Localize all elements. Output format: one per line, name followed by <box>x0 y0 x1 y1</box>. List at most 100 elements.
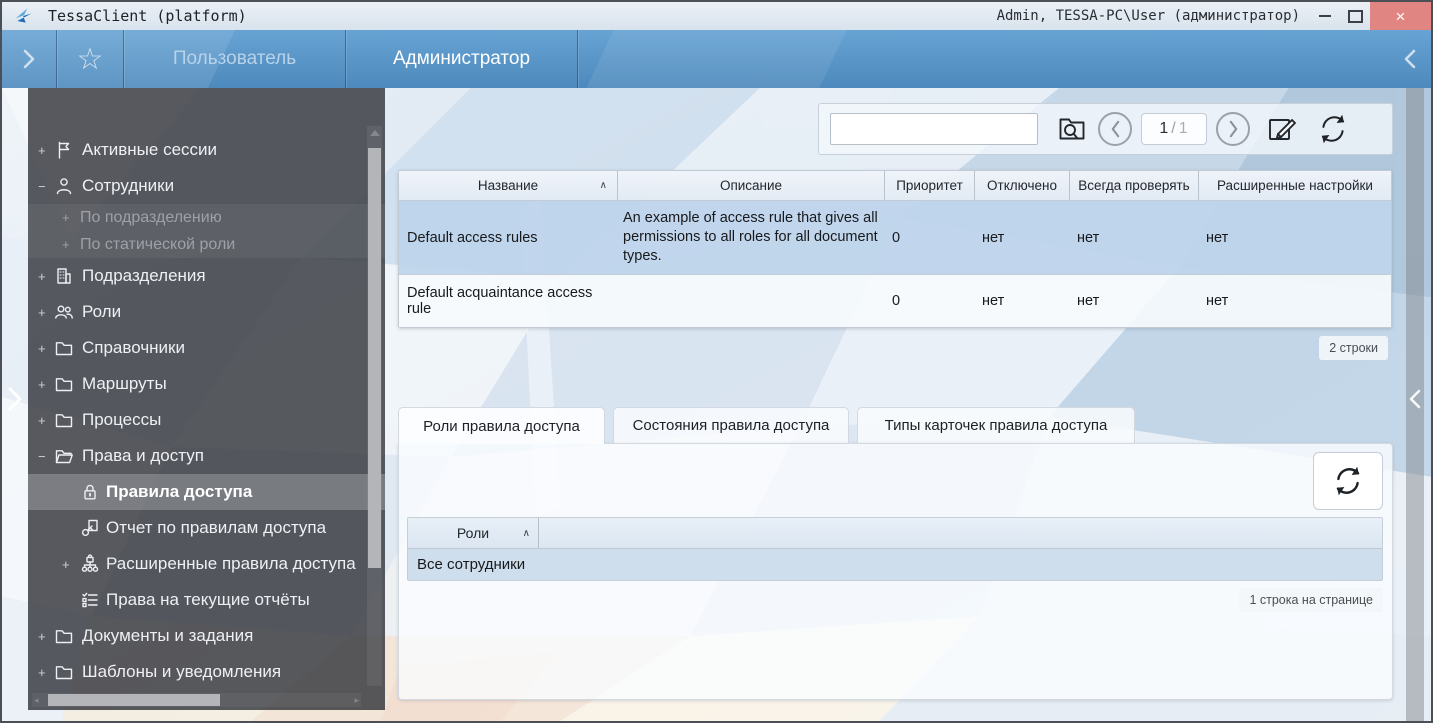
tree-item[interactable]: +Маршруты <box>28 366 385 402</box>
view-toolbar: 1 / 1 <box>818 103 1393 155</box>
tree-item-label: Права и доступ <box>82 446 204 466</box>
tree-item[interactable]: + Справочники <box>28 330 385 366</box>
folder-icon <box>54 410 74 430</box>
minimize-button[interactable] <box>1310 2 1340 30</box>
expander-toggle[interactable]: + <box>38 413 46 428</box>
ribbon-tab-administrator[interactable]: Администратор <box>346 30 577 88</box>
column-header-label: Расширенные настройки <box>1217 178 1373 193</box>
column-header[interactable]: Отключено <box>974 171 1069 200</box>
roles-column-header[interactable]: Роли ∧ <box>408 518 539 548</box>
tree-item[interactable]: Правила доступа <box>28 474 385 510</box>
expander-toggle[interactable]: + <box>62 210 70 225</box>
maximize-icon <box>1348 10 1363 23</box>
column-header[interactable]: Приоритет <box>884 171 974 200</box>
table-cell-name: Default access rules <box>399 201 617 274</box>
column-header[interactable]: Описание <box>617 171 884 200</box>
refresh-button[interactable] <box>1315 112 1351 146</box>
tree-item[interactable]: + Расширенные правила доступа <box>28 546 385 582</box>
column-header[interactable]: Всегда проверять <box>1069 171 1198 200</box>
tree-item[interactable]: + Подразделения <box>28 258 385 294</box>
tree-item[interactable]: +По статической роли <box>28 231 385 258</box>
vertical-scroll-thumb[interactable] <box>368 148 381 568</box>
tree-item[interactable]: +Роли <box>28 294 385 330</box>
page-indicator: 1 / 1 <box>1141 113 1207 145</box>
table-body: Default access rulesAn example of access… <box>399 200 1391 327</box>
detail-tab[interactable]: Типы карточек правила доступа <box>857 407 1135 443</box>
scroll-up-icon <box>370 130 380 136</box>
column-header[interactable]: Расширенные настройки <box>1198 171 1391 200</box>
tree-item-label: Подразделения <box>82 266 206 286</box>
expander-toggle[interactable]: − <box>38 449 46 464</box>
tree-item[interactable]: +Документы и задания <box>28 618 385 654</box>
expander-toggle[interactable]: + <box>38 629 46 644</box>
page-separator: / <box>1171 120 1176 138</box>
expander-toggle[interactable]: + <box>38 305 46 320</box>
detail-tab[interactable]: Состояния правила доступа <box>613 407 849 443</box>
chevron-right-icon <box>6 386 24 412</box>
sort-asc-icon: ∧ <box>523 528 530 539</box>
sidebar-expand-button[interactable] <box>6 386 24 417</box>
horizontal-scroll-thumb[interactable] <box>48 694 220 706</box>
title-bar: TessaClient (platform) Admin, TESSA-PC\U… <box>2 2 1431 31</box>
tree-item-label: По подразделению <box>80 209 222 227</box>
table-cell-disabled: нет <box>974 275 1069 327</box>
expander-toggle[interactable]: − <box>38 179 46 194</box>
tree-item[interactable]: + Процессы <box>28 402 385 438</box>
access-rules-table: Название∧ Описание ПриоритетОтключено Всегд… <box>398 170 1392 328</box>
tree-item[interactable]: + По подразделению <box>28 204 385 231</box>
ribbon-tab-user[interactable]: Пользователь <box>124 30 345 88</box>
folder-icon <box>54 662 74 682</box>
column-header-label: Всегда проверять <box>1078 178 1189 193</box>
sidebar-vertical-scrollbar[interactable] <box>367 126 382 686</box>
flag-icon <box>54 140 74 160</box>
tree-item-label: Справочники <box>82 338 185 358</box>
search-in-folder-button[interactable] <box>1055 113 1089 145</box>
tree-item[interactable]: Права на текущие отчёты <box>28 582 385 618</box>
roles-table: Роли ∧ Все сотрудники <box>407 517 1383 581</box>
tree-item-label: Расширенные правила доступа <box>106 554 356 574</box>
tree-item[interactable]: +Шаблоны и уведомления <box>28 654 385 690</box>
table-cell-extended: нет <box>1198 275 1391 327</box>
expander-toggle[interactable]: + <box>62 557 70 572</box>
tree-item-label: Правила доступа <box>106 482 252 502</box>
column-header[interactable]: Название∧ <box>399 171 617 200</box>
next-page-button[interactable] <box>1216 112 1250 146</box>
table-row[interactable]: Default acquaintance access rule0нетнетн… <box>399 274 1391 327</box>
table-row[interactable]: Default access rulesAn example of access… <box>399 200 1391 274</box>
search-input[interactable] <box>830 113 1038 145</box>
column-header-label: Название <box>478 178 538 193</box>
folder-icon <box>54 626 74 646</box>
ribbon-collapse-right-button[interactable] <box>1389 30 1431 88</box>
maximize-button[interactable] <box>1340 2 1370 30</box>
tree-item[interactable]: −Сотрудники <box>28 168 385 204</box>
detail-tab[interactable]: Роли правила доступа <box>398 407 605 444</box>
expander-toggle[interactable]: + <box>62 237 70 252</box>
tree-item-label: Отчет по правилам доступа <box>106 518 326 538</box>
detail-tabs: Роли правила доступаСостояния правила до… <box>398 407 1135 444</box>
navigation-tree: +Активные сессии−Сотрудники + По подраздел… <box>28 132 385 690</box>
tree-item[interactable]: Отчет по правилам доступа <box>28 510 385 546</box>
tree-item[interactable]: − Права и доступ <box>28 438 385 474</box>
close-button[interactable]: × <box>1370 2 1431 30</box>
tree-item-label: Процессы <box>82 410 161 430</box>
close-icon: × <box>1396 8 1406 25</box>
refresh-icon <box>1330 464 1366 498</box>
roles-refresh-button[interactable] <box>1313 452 1383 510</box>
right-panel-strip[interactable] <box>1406 88 1424 721</box>
favorites-button[interactable]: ☆ <box>57 30 123 88</box>
sidebar-horizontal-scrollbar[interactable]: ◂ ▸ <box>32 693 361 707</box>
tree-item[interactable]: +Активные сессии <box>28 132 385 168</box>
expander-toggle[interactable]: + <box>38 143 46 158</box>
expander-toggle[interactable]: + <box>38 665 46 680</box>
expander-toggle[interactable]: + <box>38 377 46 392</box>
roles-table-row[interactable]: Все сотрудники <box>408 548 1382 580</box>
column-header-label: Описание <box>720 178 782 193</box>
table-cell-description: An example of access rule that gives all… <box>617 201 884 274</box>
key-icon <box>80 518 100 538</box>
ribbon-expand-left-button[interactable] <box>2 30 56 88</box>
expander-toggle[interactable]: + <box>38 269 46 284</box>
prev-page-button[interactable] <box>1098 112 1132 146</box>
edit-button[interactable] <box>1265 113 1299 145</box>
expander-toggle[interactable]: + <box>38 341 46 356</box>
table-cell-always-check: нет <box>1069 201 1198 274</box>
